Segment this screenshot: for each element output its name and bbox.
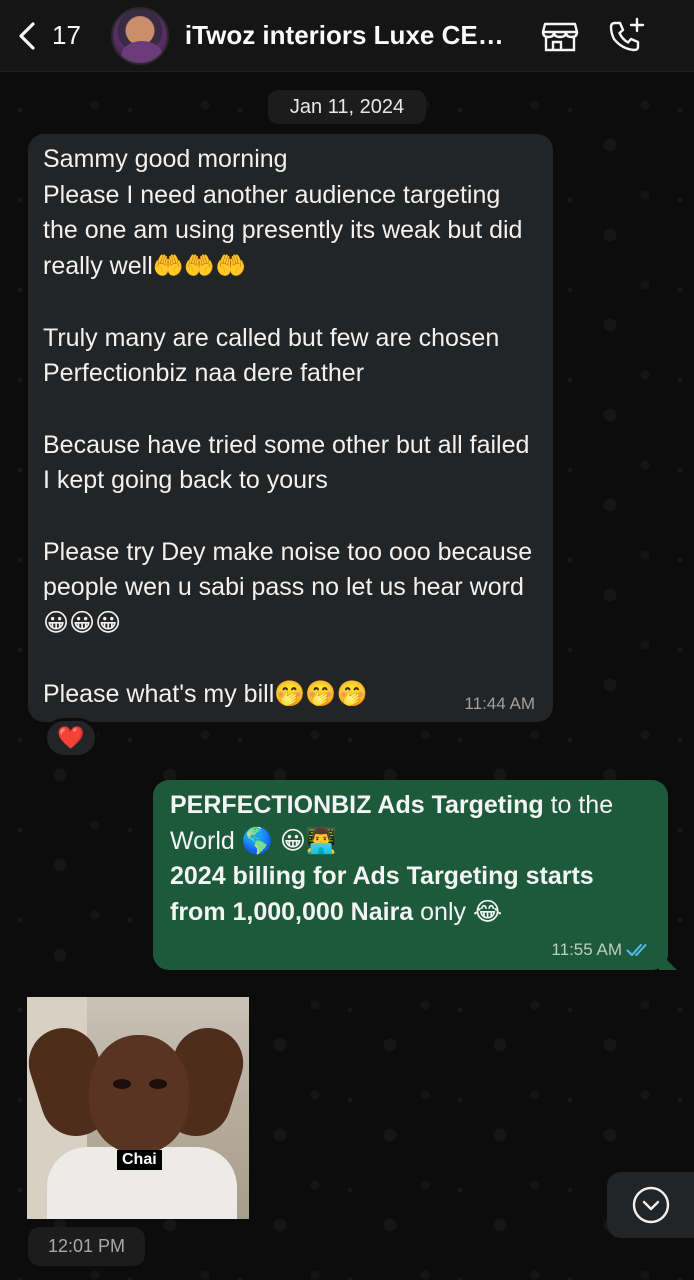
message-line: PERFECTIONBIZ Ads Targeting to the World… xyxy=(170,788,650,859)
call-button[interactable] xyxy=(604,14,648,58)
message-paragraph: Please what's my bill🤭🤭🤭 xyxy=(43,680,368,709)
message-paragraph: Because have tried some other but all fa… xyxy=(43,430,537,495)
message-paragraph: Please try Dey make noise too ooo becaus… xyxy=(43,537,540,638)
message-meta: 11:55 AM xyxy=(551,940,652,960)
sticker-timestamp: 12:01 PM xyxy=(28,1227,145,1266)
avatar[interactable] xyxy=(110,6,169,65)
incoming-message-bubble[interactable]: Sammy good morning Please I need another… xyxy=(28,134,553,722)
message-timestamp: 11:44 AM xyxy=(464,694,535,713)
date-separator: Jan 11, 2024 xyxy=(268,90,426,124)
scroll-to-bottom-button[interactable] xyxy=(607,1172,694,1238)
double-check-read-icon xyxy=(626,944,647,956)
message-paragraph: Sammy good morning Please I need another… xyxy=(43,145,523,281)
heart-reaction[interactable]: ❤️ xyxy=(44,718,98,758)
back-button[interactable]: 17 xyxy=(16,0,81,72)
contact-name[interactable]: iTwoz interiors Luxe CEO... xyxy=(185,20,515,51)
outgoing-message-bubble[interactable]: PERFECTIONBIZ Ads Targeting to the World… xyxy=(153,780,668,970)
message-paragraph: Truly many are called but few are chosen… xyxy=(43,323,507,388)
message-line: 2024 billing for Ads Targeting starts fr… xyxy=(170,859,650,930)
chevron-down-circle-icon xyxy=(632,1186,669,1224)
add-call-icon xyxy=(609,17,645,52)
sticker-caption: Chai xyxy=(117,1150,162,1170)
chat-header: 17 iTwoz interiors Luxe CEO... xyxy=(0,0,694,72)
message-bold-text: PERFECTIONBIZ Ads Targeting xyxy=(170,791,544,819)
back-chevron-icon xyxy=(19,21,35,50)
unread-count: 17 xyxy=(52,20,81,50)
sticker-image[interactable]: Chai xyxy=(27,997,249,1219)
store-button[interactable] xyxy=(538,14,582,58)
message-timestamp: 11:55 AM xyxy=(551,940,622,959)
message-text: only 😂 xyxy=(413,898,503,927)
message-bold-text: 2024 billing for Ads Targeting starts fr… xyxy=(170,862,594,927)
store-icon xyxy=(541,22,579,52)
